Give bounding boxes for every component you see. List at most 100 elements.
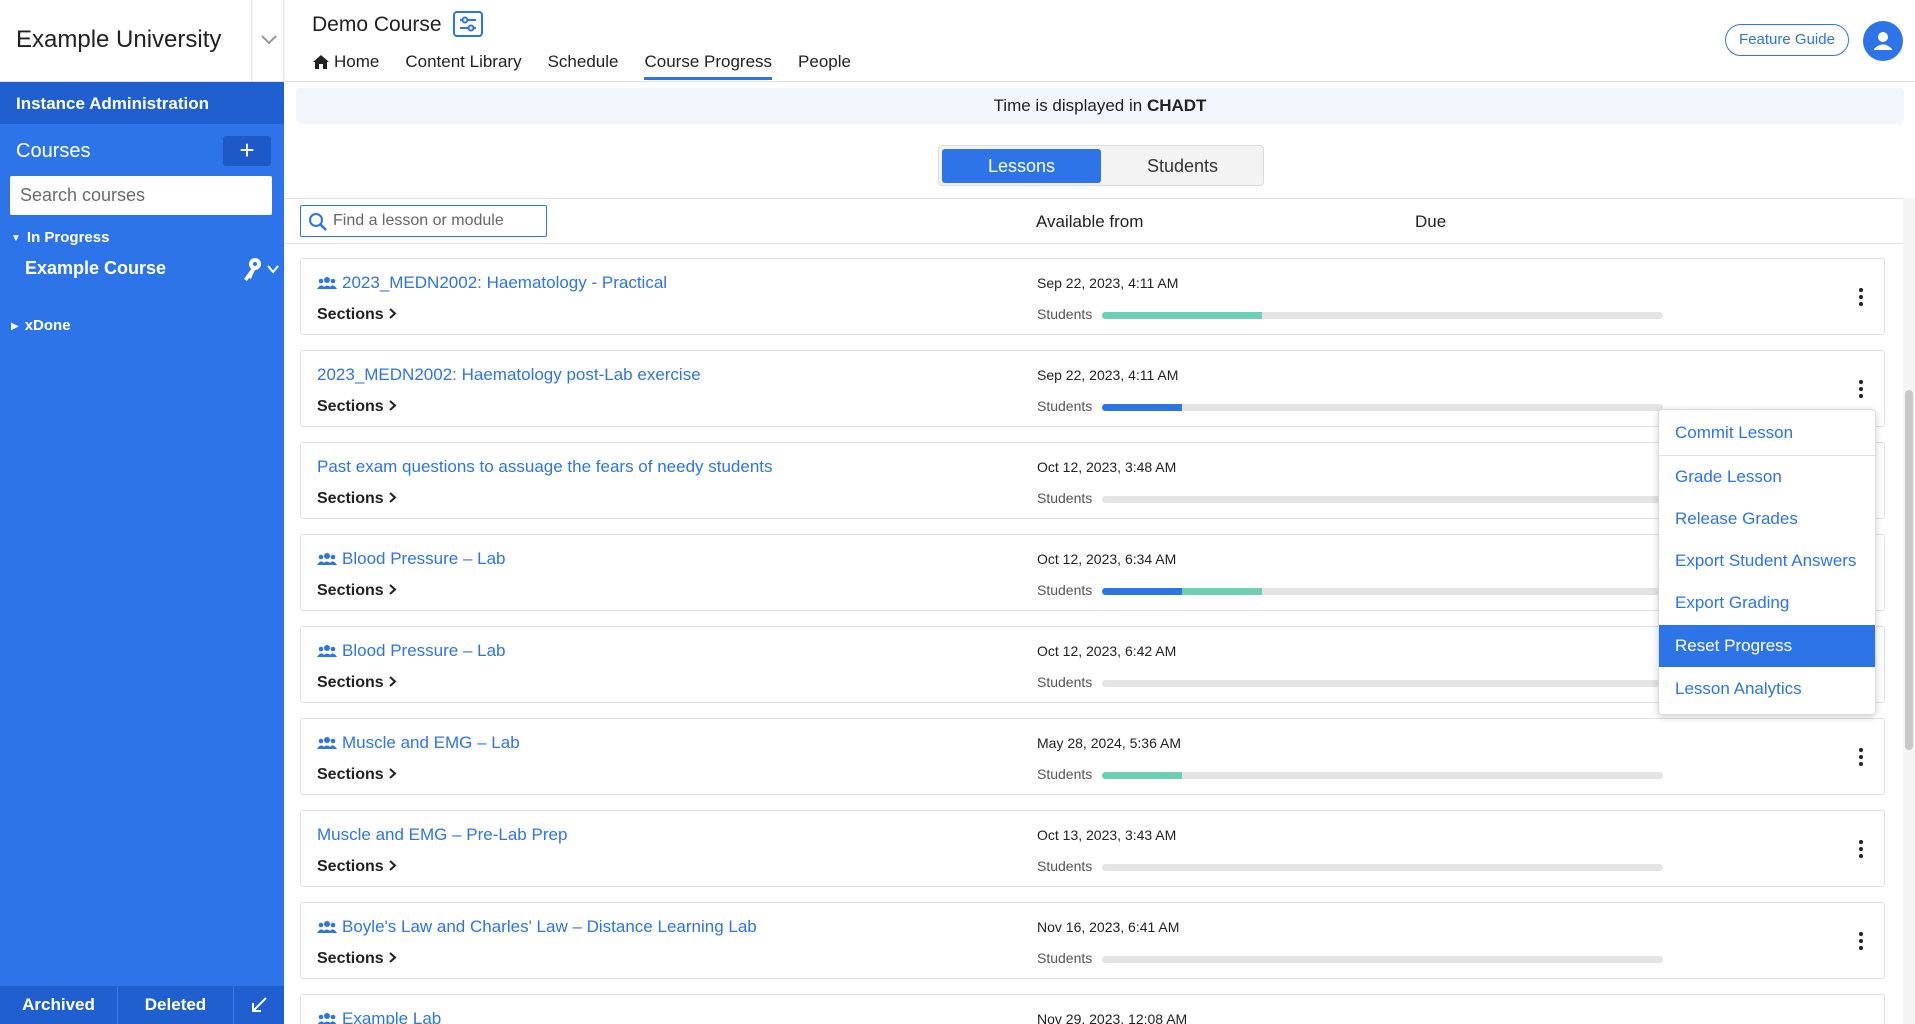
lesson-list-header: Available from Due bbox=[284, 198, 1904, 244]
search-courses-input[interactable] bbox=[10, 176, 272, 215]
tree-group-label: xDone bbox=[24, 317, 71, 334]
sections-toggle[interactable]: Sections bbox=[317, 582, 397, 600]
student-progress-bar bbox=[1102, 312, 1663, 319]
progress-segment-in-progress bbox=[1102, 312, 1262, 319]
menu-item-export-grading[interactable]: Export Grading bbox=[1659, 582, 1875, 624]
deleted-button[interactable]: Deleted bbox=[118, 986, 234, 1024]
sections-toggle[interactable]: Sections bbox=[317, 674, 397, 692]
menu-item-reset-progress[interactable]: Reset Progress bbox=[1659, 625, 1875, 667]
menu-item-release-grades[interactable]: Release Grades bbox=[1659, 498, 1875, 540]
lesson-title: 2023_MEDN2002: Haematology post-Lab exer… bbox=[317, 365, 701, 384]
university-name: Example University bbox=[16, 26, 222, 53]
tab-content-library[interactable]: Content Library bbox=[405, 52, 521, 80]
tree-group-xdone[interactable]: ▶ xDone bbox=[11, 317, 71, 334]
lesson-title: Boyle's Law and Charles' Law – Distance … bbox=[342, 917, 757, 936]
chevron-right-icon bbox=[389, 400, 397, 411]
course-settings-button[interactable] bbox=[453, 11, 483, 37]
institution-switcher[interactable]: Example University bbox=[0, 0, 284, 82]
add-course-button[interactable]: + bbox=[223, 136, 271, 166]
toggle-students[interactable]: Students bbox=[1103, 149, 1262, 183]
available-from-date: Sep 22, 2023, 4:11 AM bbox=[1037, 275, 1179, 291]
menu-item-grade-lesson[interactable]: Grade Lesson bbox=[1659, 456, 1875, 498]
archived-button[interactable]: Archived bbox=[0, 986, 118, 1024]
tab-people[interactable]: People bbox=[798, 52, 851, 80]
student-progress-bar bbox=[1102, 772, 1663, 779]
tab-course-progress[interactable]: Course Progress bbox=[644, 52, 773, 80]
lesson-title: Muscle and EMG – Lab bbox=[342, 733, 520, 752]
sections-toggle[interactable]: Sections bbox=[317, 306, 397, 324]
available-from-date: Oct 13, 2023, 3:43 AM bbox=[1037, 827, 1177, 843]
chevron-down-icon[interactable] bbox=[266, 262, 280, 276]
sidebar-item-example-course[interactable]: Example Course bbox=[25, 258, 166, 279]
instance-administration-link[interactable]: Instance Administration bbox=[0, 82, 284, 124]
lesson-title-link[interactable]: Blood Pressure – Lab bbox=[317, 641, 506, 661]
lesson-title-link[interactable]: Muscle and EMG – Lab bbox=[317, 733, 520, 753]
more-options-icon[interactable] bbox=[1857, 379, 1865, 399]
sliders-icon bbox=[460, 16, 476, 32]
lesson-row[interactable]: Muscle and EMG – Pre-Lab Prep Sections Oc… bbox=[300, 810, 1885, 887]
column-due[interactable]: Due bbox=[1415, 212, 1446, 232]
sections-label: Sections bbox=[317, 582, 384, 599]
student-progress-bar bbox=[1102, 404, 1663, 411]
group-icon bbox=[317, 737, 337, 749]
chevron-down-icon[interactable] bbox=[258, 28, 280, 50]
lesson-row[interactable]: Blood Pressure – Lab Sections Oct 12, 202… bbox=[300, 534, 1885, 611]
home-icon bbox=[313, 55, 329, 69]
student-progress-bar bbox=[1102, 864, 1663, 871]
collapse-sidebar-button[interactable] bbox=[234, 986, 284, 1024]
chevron-right-icon bbox=[389, 676, 397, 687]
chevron-right-icon bbox=[389, 860, 397, 871]
sections-label: Sections bbox=[317, 674, 384, 691]
lesson-row[interactable]: Muscle and EMG – Lab Sections May 28, 202… bbox=[300, 718, 1885, 795]
menu-item-commit-lesson[interactable]: Commit Lesson bbox=[1659, 412, 1875, 454]
chevron-right-icon bbox=[389, 768, 397, 779]
students-label: Students bbox=[1037, 490, 1093, 506]
lesson-row[interactable]: Example LabSections Nov 29, 2023, 12:08 … bbox=[300, 994, 1885, 1024]
lesson-title-link[interactable]: Muscle and EMG – Pre-Lab Prep bbox=[317, 825, 567, 845]
sections-toggle[interactable]: Sections bbox=[317, 766, 397, 784]
feature-guide-button[interactable]: Feature Guide bbox=[1725, 24, 1849, 56]
tab-home[interactable]: Home bbox=[312, 52, 379, 80]
tab-label: Home bbox=[334, 52, 380, 71]
more-options-icon[interactable] bbox=[1857, 747, 1865, 767]
column-available-from[interactable]: Available from bbox=[1036, 212, 1143, 232]
more-options-icon[interactable] bbox=[1857, 931, 1865, 951]
avatar[interactable] bbox=[1863, 21, 1903, 61]
scrollbar-thumb[interactable] bbox=[1905, 390, 1913, 750]
sections-label: Sections bbox=[317, 950, 384, 967]
caret-down-icon: ▼ bbox=[11, 233, 21, 244]
lesson-row[interactable]: 2023_MEDN2002: Haematology - Practical Se… bbox=[300, 258, 1885, 335]
more-options-icon[interactable] bbox=[1857, 839, 1865, 859]
menu-item-lesson-analytics[interactable]: Lesson Analytics bbox=[1659, 668, 1875, 710]
sections-toggle[interactable]: Sections bbox=[317, 950, 397, 968]
available-from-date: Oct 12, 2023, 3:48 AM bbox=[1037, 459, 1177, 475]
sections-toggle[interactable]: Sections bbox=[317, 858, 397, 876]
view-toggle: Lessons Students bbox=[938, 145, 1264, 186]
lesson-row[interactable]: Past exam questions to assuage the fears… bbox=[300, 442, 1885, 519]
lesson-row[interactable]: 2023_MEDN2002: Haematology post-Lab exer… bbox=[300, 350, 1885, 427]
sections-toggle[interactable]: Sections bbox=[317, 490, 397, 508]
lesson-title-link[interactable]: Past exam questions to assuage the fears… bbox=[317, 457, 773, 477]
students-label: Students bbox=[1037, 766, 1093, 782]
lesson-row[interactable]: Boyle's Law and Charles' Law – Distance … bbox=[300, 902, 1885, 979]
lesson-title-link[interactable]: 2023_MEDN2002: Haematology - Practical bbox=[317, 273, 667, 293]
find-lesson-input[interactable] bbox=[300, 205, 547, 237]
students-label: Students bbox=[1037, 674, 1093, 690]
menu-item-export-student-answers[interactable]: Export Student Answers bbox=[1659, 540, 1875, 582]
toggle-lessons[interactable]: Lessons bbox=[942, 149, 1101, 183]
tab-schedule[interactable]: Schedule bbox=[548, 52, 619, 80]
sections-toggle[interactable]: Sections bbox=[317, 398, 397, 416]
progress-segment-in-progress bbox=[1102, 772, 1183, 779]
tree-group-in-progress[interactable]: ▼ In Progress bbox=[11, 229, 109, 246]
available-from-date: Sep 22, 2023, 4:11 AM bbox=[1037, 367, 1179, 383]
more-options-icon[interactable] bbox=[1857, 287, 1865, 307]
lesson-title-link[interactable]: 2023_MEDN2002: Haematology post-Lab exer… bbox=[317, 365, 701, 385]
lesson-title-link[interactable]: Blood Pressure – Lab bbox=[317, 549, 506, 569]
lesson-title-link[interactable]: Boyle's Law and Charles' Law – Distance … bbox=[317, 917, 757, 937]
lesson-title-link[interactable]: Example Lab bbox=[317, 1009, 441, 1024]
lesson-row[interactable]: Blood Pressure – Lab Sections Oct 12, 202… bbox=[300, 626, 1885, 703]
key-icon[interactable] bbox=[241, 257, 263, 283]
lesson-context-menu: Commit Lesson Grade Lesson Release Grade… bbox=[1658, 409, 1876, 715]
student-progress-bar bbox=[1102, 496, 1663, 503]
students-label: Students bbox=[1037, 306, 1093, 322]
